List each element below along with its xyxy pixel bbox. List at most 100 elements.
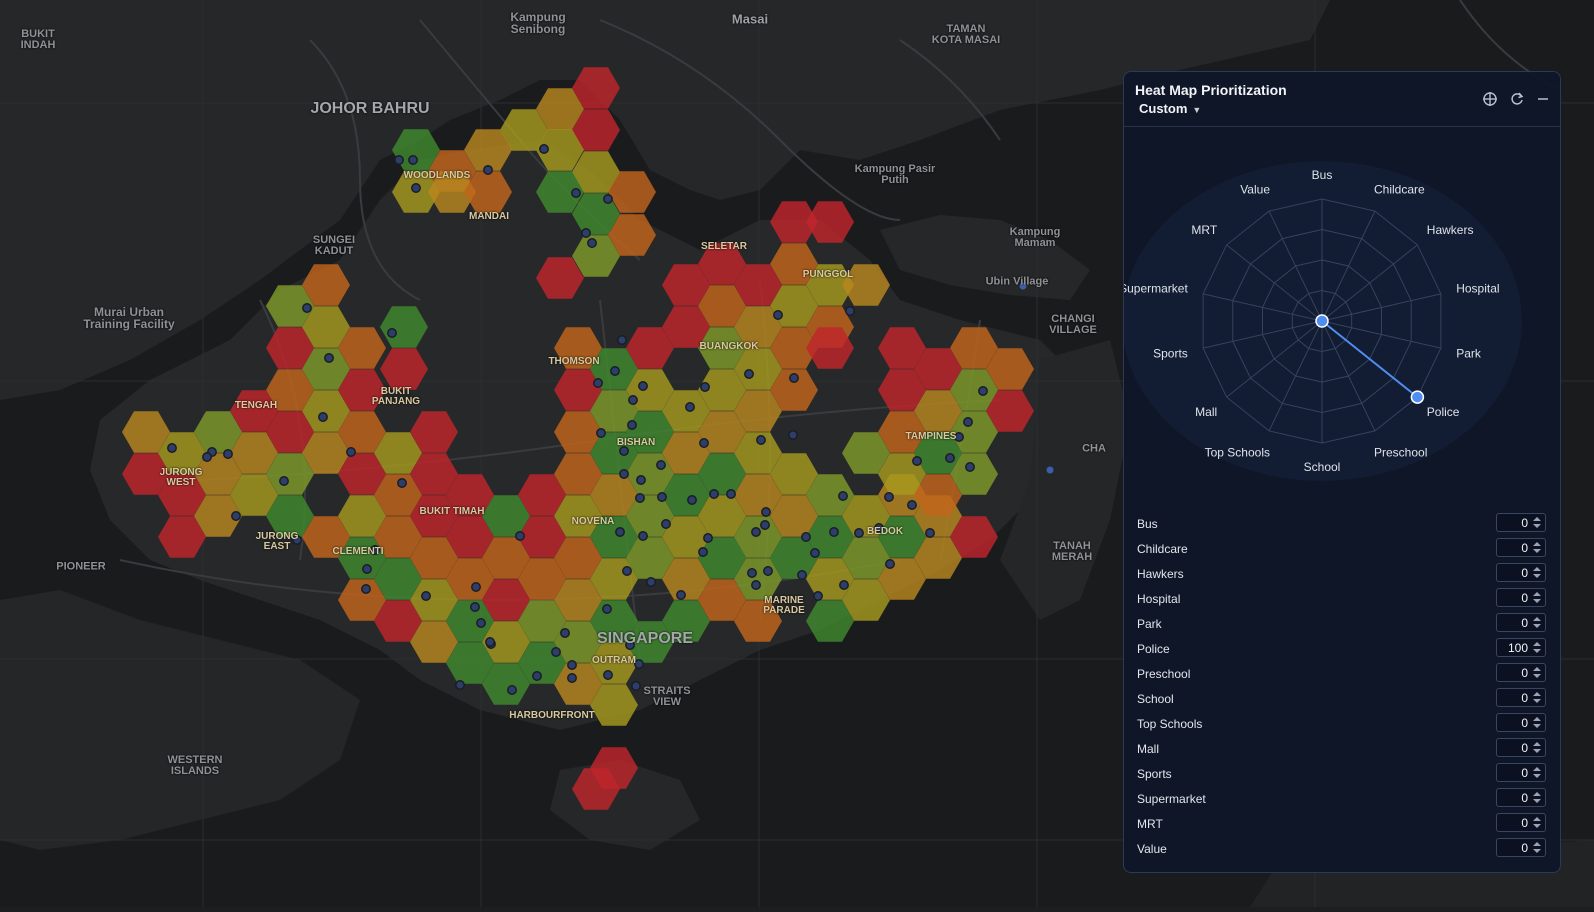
increment-arrow-icon[interactable] xyxy=(1532,665,1542,673)
increment-arrow-icon[interactable] xyxy=(1532,740,1542,748)
location-marker[interactable] xyxy=(362,564,372,574)
location-marker[interactable] xyxy=(726,489,736,499)
decrement-arrow-icon[interactable] xyxy=(1532,623,1542,631)
location-marker[interactable] xyxy=(638,531,648,541)
location-marker[interactable] xyxy=(744,369,754,379)
location-marker[interactable] xyxy=(646,577,656,587)
location-marker[interactable] xyxy=(636,475,646,485)
decrement-arrow-icon[interactable] xyxy=(1532,748,1542,756)
location-marker[interactable] xyxy=(854,528,864,538)
location-marker[interactable] xyxy=(945,453,955,463)
location-marker[interactable] xyxy=(324,353,334,363)
location-marker[interactable] xyxy=(709,489,719,499)
location-marker[interactable] xyxy=(622,566,632,576)
decrement-arrow-icon[interactable] xyxy=(1532,698,1542,706)
location-marker[interactable] xyxy=(813,591,823,601)
location-marker[interactable] xyxy=(657,492,667,502)
location-marker[interactable] xyxy=(619,469,629,479)
decrement-arrow-icon[interactable] xyxy=(1532,823,1542,831)
crosshair-icon[interactable] xyxy=(1481,91,1499,109)
location-marker[interactable] xyxy=(387,328,397,338)
weight-input-value[interactable]: 0 xyxy=(1496,838,1546,857)
location-marker[interactable] xyxy=(603,194,613,204)
location-marker[interactable] xyxy=(656,460,666,470)
increment-arrow-icon[interactable] xyxy=(1532,790,1542,798)
location-marker[interactable] xyxy=(907,500,917,510)
location-marker[interactable] xyxy=(470,602,480,612)
radar-center-handle[interactable] xyxy=(1315,314,1329,328)
location-marker[interactable] xyxy=(797,570,807,580)
location-marker[interactable] xyxy=(925,528,935,538)
location-marker[interactable] xyxy=(619,446,629,456)
radar-chart[interactable]: Bus Childcare Hawkers Hospital Park Police Pre… xyxy=(1124,127,1560,509)
location-marker[interactable] xyxy=(773,310,783,320)
location-marker[interactable] xyxy=(631,681,641,691)
weight-input-bus[interactable]: 0 xyxy=(1496,513,1546,532)
location-marker[interactable] xyxy=(885,559,895,569)
location-marker[interactable] xyxy=(638,381,648,391)
location-marker[interactable] xyxy=(515,531,525,541)
decrement-arrow-icon[interactable] xyxy=(1532,848,1542,856)
location-marker[interactable] xyxy=(963,417,973,427)
location-marker[interactable] xyxy=(551,647,561,657)
location-marker[interactable] xyxy=(408,155,418,165)
location-marker[interactable] xyxy=(167,443,177,453)
location-marker[interactable] xyxy=(698,547,708,557)
location-marker[interactable] xyxy=(532,671,542,681)
increment-arrow-icon[interactable] xyxy=(1532,615,1542,623)
location-marker[interactable] xyxy=(676,590,686,600)
location-marker[interactable] xyxy=(760,520,770,530)
location-marker[interactable] xyxy=(763,566,773,576)
location-marker[interactable] xyxy=(628,395,638,405)
location-marker[interactable] xyxy=(1046,466,1054,474)
weight-input-hawkers[interactable]: 0 xyxy=(1496,563,1546,582)
location-marker[interactable] xyxy=(829,527,839,537)
decrement-arrow-icon[interactable] xyxy=(1532,723,1542,731)
decrement-arrow-icon[interactable] xyxy=(1532,598,1542,606)
location-marker[interactable] xyxy=(801,532,811,542)
location-marker[interactable] xyxy=(965,462,975,472)
reset-icon[interactable] xyxy=(1508,91,1526,109)
increment-arrow-icon[interactable] xyxy=(1532,765,1542,773)
radar-handle-police[interactable] xyxy=(1410,390,1425,404)
location-marker[interactable] xyxy=(421,591,431,601)
decrement-arrow-icon[interactable] xyxy=(1532,673,1542,681)
location-marker[interactable] xyxy=(397,478,407,488)
location-marker[interactable] xyxy=(567,673,577,683)
location-marker[interactable] xyxy=(231,511,241,521)
location-marker[interactable] xyxy=(581,228,591,238)
location-marker[interactable] xyxy=(615,527,625,537)
location-marker[interactable] xyxy=(483,165,493,175)
location-marker[interactable] xyxy=(756,435,766,445)
increment-arrow-icon[interactable] xyxy=(1532,840,1542,848)
location-marker[interactable] xyxy=(788,430,798,440)
weight-input-childcare[interactable]: 0 xyxy=(1496,538,1546,557)
weight-input-park[interactable]: 0 xyxy=(1496,613,1546,632)
decrement-arrow-icon[interactable] xyxy=(1532,798,1542,806)
location-marker[interactable] xyxy=(476,618,486,628)
increment-arrow-icon[interactable] xyxy=(1532,540,1542,548)
weight-input-top-schools[interactable]: 0 xyxy=(1496,713,1546,732)
location-marker[interactable] xyxy=(361,584,371,594)
location-marker[interactable] xyxy=(751,527,761,537)
location-marker[interactable] xyxy=(571,188,581,198)
location-marker[interactable] xyxy=(912,456,922,466)
location-marker[interactable] xyxy=(471,582,481,592)
weight-input-mall[interactable]: 0 xyxy=(1496,738,1546,757)
weight-input-sports[interactable]: 0 xyxy=(1496,763,1546,782)
weight-input-school[interactable]: 0 xyxy=(1496,688,1546,707)
location-marker[interactable] xyxy=(700,382,710,392)
increment-arrow-icon[interactable] xyxy=(1532,640,1542,648)
location-marker[interactable] xyxy=(567,660,577,670)
location-marker[interactable] xyxy=(279,476,289,486)
location-marker[interactable] xyxy=(978,386,988,396)
location-marker[interactable] xyxy=(507,685,517,695)
decrement-arrow-icon[interactable] xyxy=(1532,548,1542,556)
location-marker[interactable] xyxy=(318,412,328,422)
location-marker[interactable] xyxy=(661,519,671,529)
location-marker[interactable] xyxy=(587,238,597,248)
preset-dropdown[interactable]: Custom ▼ xyxy=(1139,101,1201,116)
location-marker[interactable] xyxy=(455,680,465,690)
location-marker[interactable] xyxy=(838,491,848,501)
location-marker[interactable] xyxy=(839,580,849,590)
